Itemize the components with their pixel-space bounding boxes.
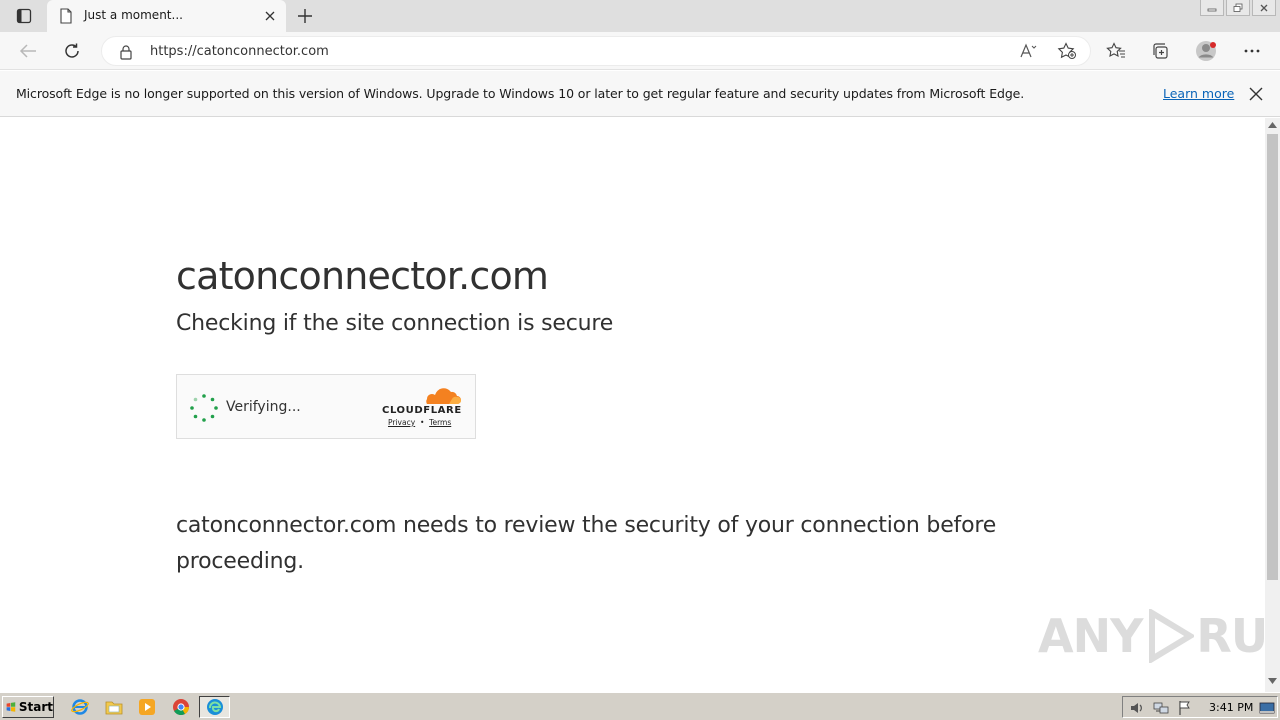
tab-strip: Just a moment... [0, 0, 1280, 32]
verifying-status: Verifying... [226, 399, 301, 415]
unsupported-os-infobar: Microsoft Edge is no longer supported on… [0, 71, 1280, 117]
page-content: catonconnector.com Checking if the site … [0, 118, 1280, 692]
favorites-icon [1106, 42, 1125, 58]
scroll-down-arrow-icon[interactable] [1268, 678, 1277, 684]
windows-logo-icon [6, 702, 16, 712]
page-icon [59, 8, 73, 28]
infobar-close-icon[interactable] [1246, 84, 1266, 104]
folder-icon [105, 701, 123, 715]
close-window-button[interactable] [1252, 0, 1276, 16]
page-heading: catonconnector.com [176, 254, 549, 298]
more-icon [1244, 49, 1260, 53]
watermark-left-text: ANY [1038, 609, 1143, 663]
collections-button[interactable] [1148, 39, 1172, 63]
profile-button[interactable] [1194, 39, 1218, 63]
vertical-scrollbar[interactable] [1265, 118, 1280, 692]
page-subheading: Checking if the site connection is secur… [176, 311, 614, 336]
refresh-icon [65, 43, 79, 58]
edge-icon [206, 699, 223, 715]
taskbar-clock: 3:41 PM [1209, 701, 1254, 714]
play-logo-icon [1149, 609, 1195, 663]
new-tab-button[interactable] [294, 5, 316, 27]
taskbar-explorer[interactable] [103, 697, 125, 717]
back-arrow-icon [19, 44, 36, 58]
read-aloud-icon[interactable] [1020, 43, 1038, 63]
internet-explorer-icon [71, 699, 89, 715]
tab-close-icon[interactable] [262, 8, 278, 24]
media-player-icon [139, 699, 155, 715]
action-center-flag-icon[interactable] [1177, 700, 1193, 720]
taskbar-chrome[interactable] [170, 697, 192, 717]
add-favorite-icon[interactable] [1057, 42, 1077, 64]
tab-active[interactable]: Just a moment... [47, 0, 286, 32]
chrome-icon [173, 699, 190, 716]
show-desktop-icon[interactable] [1259, 700, 1275, 720]
back-button[interactable] [16, 39, 40, 63]
network-icon[interactable] [1153, 700, 1169, 720]
url-text[interactable]: https://catonconnector.com [150, 44, 329, 59]
taskbar: Start 3:41 PM [0, 692, 1280, 720]
minimize-button[interactable] [1200, 0, 1224, 16]
spinner-icon [190, 394, 218, 422]
link-separator: • [419, 418, 425, 427]
scroll-up-arrow-icon[interactable] [1268, 122, 1277, 128]
cloudflare-challenge-widget[interactable]: Verifying... CLOUDFLARE Privacy • Terms [176, 374, 476, 439]
address-bar[interactable]: https://catonconnector.com [101, 36, 1091, 66]
scroll-thumb[interactable] [1267, 134, 1278, 580]
terms-link[interactable]: Terms [429, 418, 451, 427]
start-button[interactable]: Start [2, 696, 54, 718]
security-review-message: catonconnector.com needs to review the s… [176, 513, 997, 574]
system-tray: 3:41 PM [1122, 696, 1278, 718]
cloudflare-wordmark: CLOUDFLARE [382, 405, 462, 416]
learn-more-link[interactable]: Learn more [1163, 86, 1234, 101]
privacy-link[interactable]: Privacy [388, 418, 415, 427]
window-controls [1200, 0, 1276, 18]
volume-icon[interactable] [1129, 700, 1145, 720]
toolbar: https://catonconnector.com [0, 32, 1280, 70]
taskbar-media-player[interactable] [136, 697, 158, 717]
collections-icon [1153, 43, 1168, 59]
tab-actions-icon [16, 8, 32, 24]
taskbar-ie[interactable] [69, 697, 91, 717]
close-window-icon [1260, 4, 1268, 11]
tab-title: Just a moment... [84, 8, 183, 22]
plus-icon [298, 9, 312, 23]
anyrun-watermark: ANY RUN [1038, 609, 1280, 663]
cloudflare-cloud-icon [426, 388, 461, 404]
restore-icon [1233, 3, 1243, 12]
taskbar-edge[interactable] [199, 696, 230, 718]
refresh-button[interactable] [60, 39, 84, 63]
avatar-icon [1196, 41, 1216, 61]
minimize-icon [1207, 8, 1217, 11]
infobar-message: Microsoft Edge is no longer supported on… [16, 86, 1025, 101]
lock-icon[interactable] [119, 44, 133, 64]
restore-button[interactable] [1226, 0, 1250, 16]
cloudflare-links: Privacy • Terms [388, 418, 451, 427]
settings-menu-button[interactable] [1240, 39, 1264, 63]
start-label: Start [18, 700, 53, 714]
tab-actions-button[interactable] [8, 5, 40, 27]
favorites-button[interactable] [1104, 39, 1128, 63]
